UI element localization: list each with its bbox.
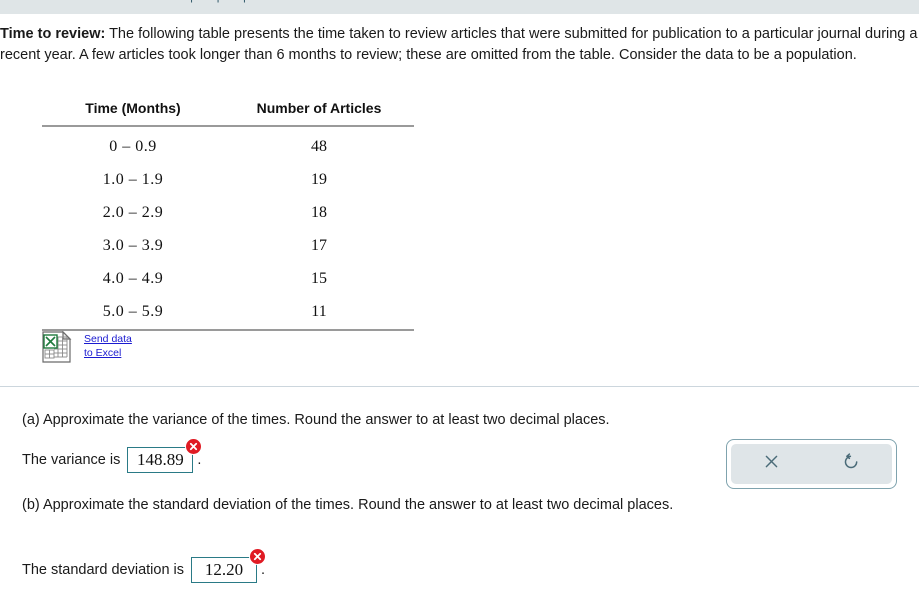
table-row: 3.0 – 3.9 17 bbox=[42, 230, 414, 263]
answer-row-a: The variance is . bbox=[22, 438, 203, 473]
problem-body: The following table presents the time ta… bbox=[0, 26, 918, 63]
undo-arrow-icon bbox=[842, 452, 861, 476]
table-header-row: Time (Months) Number of Articles bbox=[42, 100, 414, 126]
cell-time: 4.0 – 4.9 bbox=[102, 270, 164, 287]
cell-time: 1.0 – 1.9 bbox=[102, 171, 164, 188]
cell-time: 3.0 – 3.9 bbox=[102, 237, 164, 254]
answer-tool-panel bbox=[726, 439, 897, 489]
table-head: Time (Months) Number of Articles bbox=[42, 100, 414, 126]
send-to-excel-row[interactable]: Send data to Excel bbox=[40, 330, 132, 364]
cell-count: 15 bbox=[311, 270, 327, 287]
question-part-b: (b) Approximate the standard deviation o… bbox=[22, 497, 674, 513]
answer-period-b: . bbox=[261, 562, 266, 578]
problem-statement: Time to review: The following table pres… bbox=[0, 24, 919, 66]
variance-input[interactable] bbox=[127, 447, 194, 473]
table-row: 4.0 – 4.9 15 bbox=[42, 263, 414, 296]
cell-time: 5.0 – 5.9 bbox=[102, 303, 164, 320]
top-band-ghost-text: | | | bbox=[190, 0, 256, 3]
send-data-to-excel-link[interactable]: Send data to Excel bbox=[84, 332, 132, 360]
excel-link-line-1: Send data bbox=[84, 333, 132, 345]
answer-label-a: The variance is bbox=[22, 452, 121, 468]
standard-deviation-input[interactable] bbox=[191, 557, 258, 583]
top-cutoff-band: | | | bbox=[0, 0, 919, 14]
answer-label-b: The standard deviation is bbox=[22, 562, 185, 578]
excel-file-icon[interactable] bbox=[40, 330, 74, 364]
table-body: 0 – 0.9 48 1.0 – 1.9 19 2.0 – 2.9 18 3.0… bbox=[42, 126, 414, 330]
cell-count: 19 bbox=[311, 171, 327, 188]
problem-page: | | | Time to review: The following tabl… bbox=[0, 0, 919, 602]
frequency-table-container: Time (Months) Number of Articles 0 – 0.9… bbox=[42, 100, 414, 331]
frequency-table: Time (Months) Number of Articles 0 – 0.9… bbox=[42, 100, 414, 331]
problem-title: Time to review: bbox=[0, 26, 106, 42]
answer-input-wrapper-b bbox=[191, 548, 267, 583]
section-divider bbox=[0, 386, 919, 387]
cell-count: 17 bbox=[311, 237, 327, 254]
error-badge-b bbox=[249, 548, 267, 565]
column-header-count: Number of Articles bbox=[256, 100, 382, 116]
answer-row-b: The standard deviation is . bbox=[22, 548, 267, 583]
table-row: 2.0 – 2.9 18 bbox=[42, 197, 414, 230]
answer-period-a: . bbox=[197, 452, 202, 468]
cell-count: 48 bbox=[311, 138, 327, 155]
answer-input-wrapper-a bbox=[127, 438, 203, 473]
cell-count: 11 bbox=[311, 303, 327, 320]
table-row: 5.0 – 5.9 11 bbox=[42, 296, 414, 330]
tool-panel-inner bbox=[731, 444, 892, 484]
cell-count: 18 bbox=[311, 204, 327, 221]
close-icon bbox=[763, 453, 780, 475]
cell-time: 0 – 0.9 bbox=[109, 138, 157, 155]
clear-answer-button[interactable] bbox=[731, 444, 812, 484]
question-part-a: (a) Approximate the variance of the time… bbox=[22, 412, 610, 428]
undo-reset-button[interactable] bbox=[812, 444, 893, 484]
column-header-time: Time (Months) bbox=[85, 100, 181, 116]
table-row: 1.0 – 1.9 19 bbox=[42, 164, 414, 197]
table-row: 0 – 0.9 48 bbox=[42, 126, 414, 164]
excel-link-line-2: to Excel bbox=[84, 347, 122, 359]
cell-time: 2.0 – 2.9 bbox=[102, 204, 164, 221]
